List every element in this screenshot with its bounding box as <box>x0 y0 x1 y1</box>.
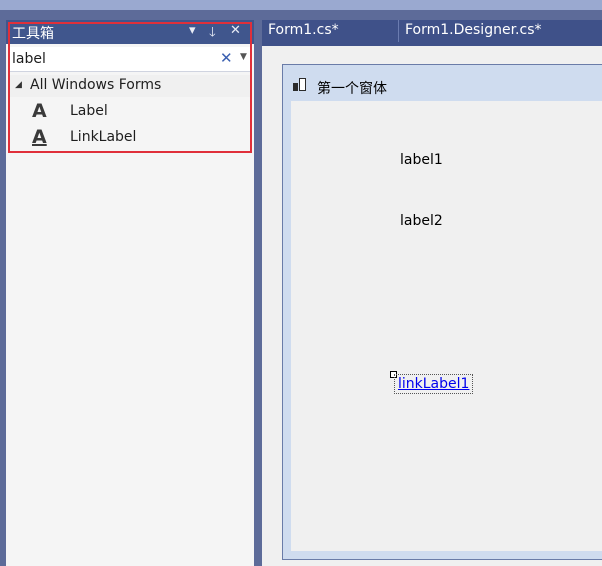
form-window[interactable]: 第一个窗体 label1 label2 linkLabel1 <box>282 64 602 560</box>
toolbox-panel: 工具箱 ▾ 🡓 ✕ ✕ ▼ ◢ All Windows Forms A Labe… <box>6 20 254 566</box>
pin-icon[interactable]: 🡓 <box>209 23 216 45</box>
tab-form1-designer-cs[interactable]: Form1.Designer.cs* <box>399 20 602 42</box>
label-control-icon: A <box>32 100 47 122</box>
search-input[interactable] <box>12 49 208 69</box>
toolbox-item-linklabel[interactable]: A LinkLabel <box>10 126 250 150</box>
linklabel1-control[interactable]: linkLabel1 <box>394 374 474 394</box>
designer-surface: 第一个窗体 label1 label2 linkLabel1 <box>262 46 602 566</box>
form-title: 第一个窗体 <box>317 81 387 97</box>
toolbox-item-name: LinkLabel <box>70 129 137 145</box>
tab-label: Form1.cs* <box>268 22 339 38</box>
close-icon[interactable]: ✕ <box>230 23 241 38</box>
toolbox-search: ✕ ▼ <box>10 47 250 72</box>
tab-form1-cs[interactable]: Form1.cs* <box>262 20 399 42</box>
form-app-icon <box>293 78 307 92</box>
form-titlebar[interactable]: 第一个窗体 <box>283 65 602 101</box>
document-tabs: Form1.cs* Form1.Designer.cs* <box>262 20 602 42</box>
label1-control[interactable]: label1 <box>400 152 443 168</box>
toolbox-group-all-windows-forms[interactable]: ◢ All Windows Forms <box>10 75 250 97</box>
toolbox-header: 工具箱 ▾ 🡓 ✕ <box>6 20 254 44</box>
group-label: All Windows Forms <box>30 77 162 93</box>
clear-search-icon[interactable]: ✕ <box>220 49 233 67</box>
dropdown-icon[interactable]: ▾ <box>189 23 196 38</box>
search-dropdown-icon[interactable]: ▼ <box>240 52 247 62</box>
label2-control[interactable]: label2 <box>400 213 443 229</box>
linklabel-control-icon: A <box>32 126 47 148</box>
toolbox-title: 工具箱 <box>12 26 54 42</box>
tab-label: Form1.Designer.cs* <box>405 22 542 38</box>
expander-icon[interactable]: ◢ <box>15 80 22 90</box>
toolbox-item-name: Label <box>70 103 108 119</box>
toolbox-item-label[interactable]: A Label <box>10 100 250 124</box>
top-strip <box>0 0 602 10</box>
editor-area: Form1.cs* Form1.Designer.cs* 第一个窗体 label… <box>262 20 602 566</box>
form-client-area[interactable]: label1 label2 linkLabel1 <box>291 101 602 551</box>
